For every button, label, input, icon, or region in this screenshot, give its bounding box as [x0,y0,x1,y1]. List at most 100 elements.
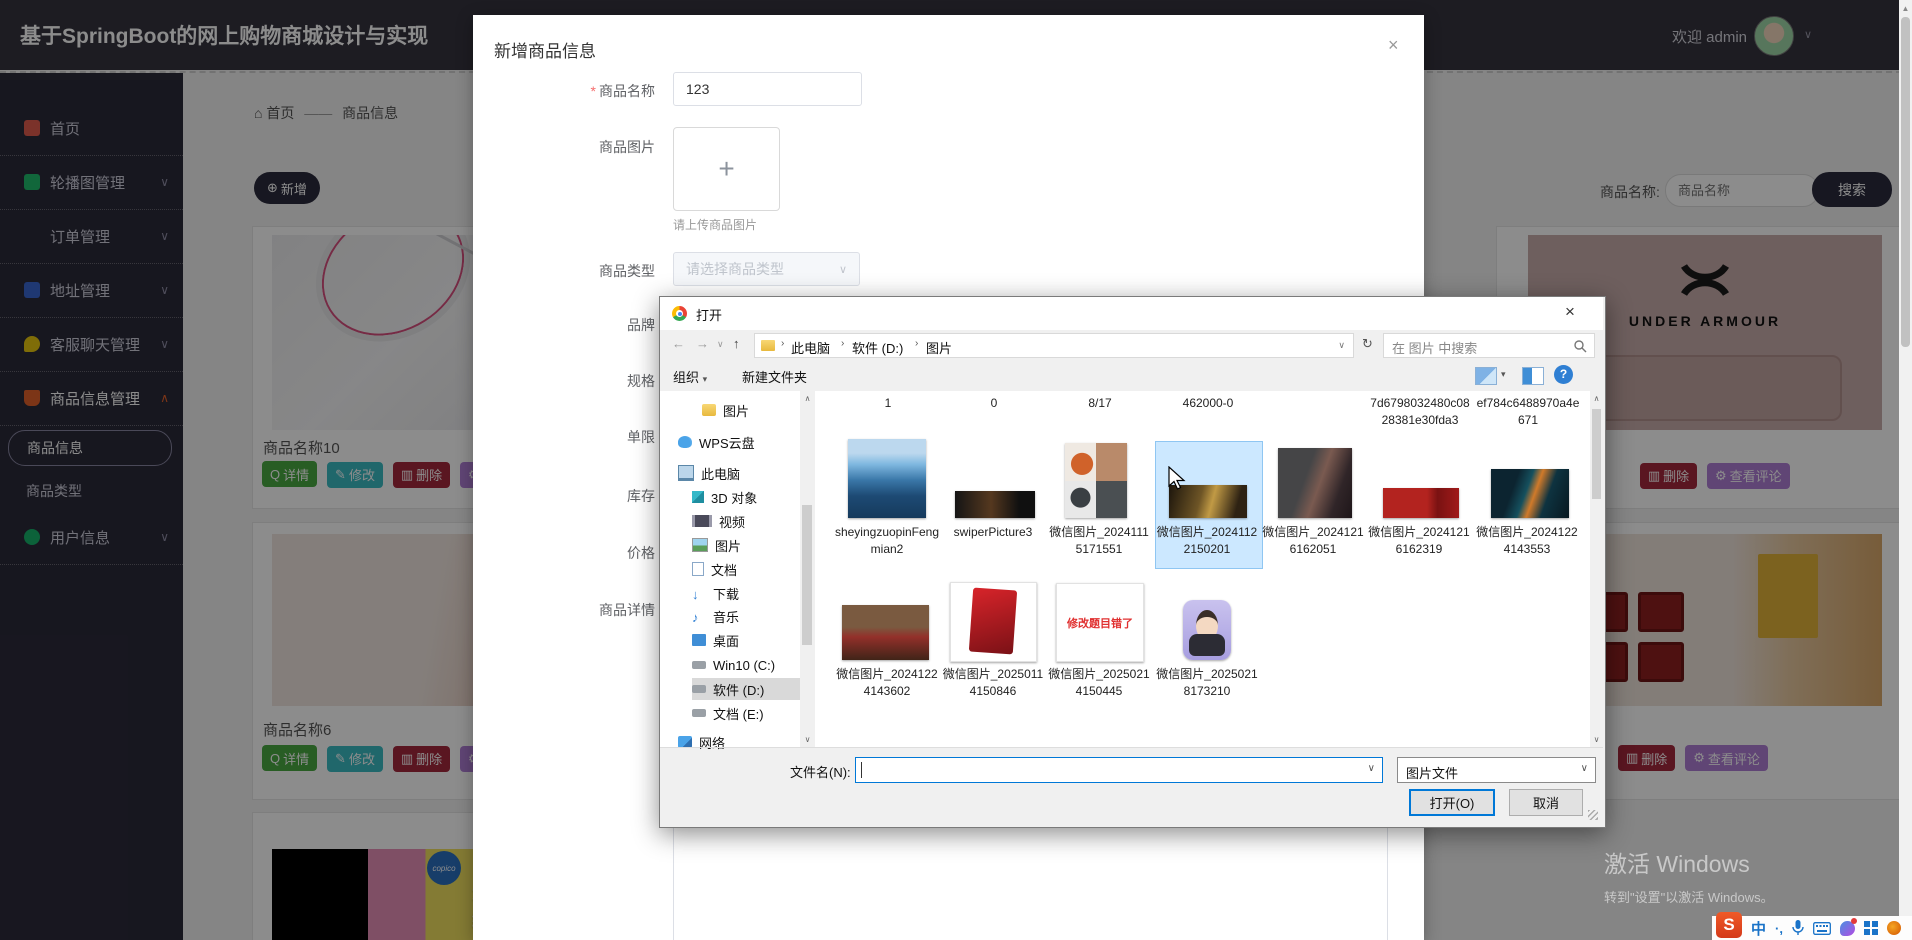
field-label-limit: 单限 [495,427,655,447]
dialog-nav-pane: 图片 WPS云盘 此电脑 3D 对象 视频 图片 文档 ↓ 下载 [660,391,800,747]
file-label[interactable]: 7d6798032480c0828381e30fda3 [1367,395,1473,429]
filename-input[interactable]: ∨ [855,757,1383,783]
drive-icon [692,661,706,669]
file-name[interactable]: 微信图片_20241224143553 [1474,524,1580,558]
file-label[interactable]: 0 [941,395,1047,412]
search-box[interactable]: 在 图片 中搜索 [1383,333,1595,358]
address-dropdown-chevron-icon[interactable]: ∨ [1338,340,1345,351]
chrome-icon [672,306,687,321]
file-thumbnail-boxing[interactable] [1278,448,1352,518]
up-icon[interactable]: ↑ [733,336,740,351]
nav-this-pc[interactable]: 此电脑 [678,462,818,484]
file-name[interactable]: 微信图片_20241216162051 [1260,524,1366,558]
refresh-icon[interactable]: ↻ [1362,336,1373,352]
scrollbar-thumb[interactable] [1592,409,1601,499]
activate-watermark: 激活 Windows 转到"设置"以激活 Windows。 [1604,845,1774,906]
product-name-input[interactable] [673,72,862,106]
nav-drive-d-selected[interactable]: 软件 (D:) [692,678,800,700]
cube-icon [692,491,704,503]
microphone-icon[interactable] [1792,920,1804,936]
document-icon [692,562,704,576]
address-bar[interactable]: › 此电脑 › 软件 (D:) › 图片 ∨ [754,333,1354,358]
filename-dropdown-chevron-icon[interactable]: ∨ [1368,763,1375,774]
file-thumbnail-lake[interactable] [848,439,926,518]
file-name[interactable]: 微信图片_20250218173210 [1154,666,1260,700]
file-thumbnail-rooster-collage[interactable] [1065,443,1127,518]
dropdown-icon: ▾ [703,374,708,384]
file-label[interactable]: 1 [835,395,941,412]
view-thumbnails-icon[interactable] [1475,367,1497,385]
nav-scrollbar[interactable]: ∧ ∨ [800,391,815,747]
file-name-selected[interactable]: 微信图片_20241122150201 [1154,524,1260,558]
desktop-icon [692,634,706,646]
field-label-detail: 商品详情 [495,600,655,620]
product-type-select[interactable]: 请选择商品类型 ∨ [673,252,860,286]
open-file-dialog: 打开 × ← → ∨ ↑ › 此电脑 › 软件 (D:) › 图片 ∨ ↻ 在 … [659,296,1606,828]
image-upload-box[interactable]: + [673,127,780,211]
field-label-brand: 品牌 [495,315,655,335]
file-list-scrollbar[interactable]: ∧ ∨ [1590,391,1603,747]
file-name[interactable]: sheyingzuopinFengmian2 [834,524,940,558]
scroll-up-icon[interactable]: ∧ [1590,394,1603,403]
open-button[interactable]: 打开(O) [1409,789,1495,816]
crumb-this-pc[interactable]: 此电脑 [791,338,830,357]
scroll-up-icon[interactable]: ▲ [1899,4,1912,13]
input-method-logo-icon[interactable] [1840,921,1855,936]
scrollbar-thumb[interactable] [1901,17,1910,347]
file-name[interactable]: 微信图片_20250214150445 [1046,666,1152,700]
ime-punctuation-icon[interactable]: ·, [1775,921,1783,936]
scroll-down-icon[interactable]: ∨ [1590,735,1603,744]
music-icon: ♪ [692,610,706,622]
file-label[interactable]: ef784c6488970a4e671 [1475,395,1581,429]
cancel-button[interactable]: 取消 [1509,789,1583,816]
file-name[interactable]: 微信图片_20241115171551 [1046,524,1152,558]
file-name[interactable]: 微信图片_20241216162319 [1366,524,1472,558]
file-thumbnail-avatar[interactable] [1183,600,1231,660]
scroll-up-icon[interactable]: ∧ [800,394,815,403]
modal-close-icon[interactable]: × [1388,35,1399,56]
resize-grip[interactable] [1588,810,1598,820]
app-grid-icon[interactable] [1864,921,1878,935]
crumb-drive-d[interactable]: 软件 (D:) [852,338,903,357]
file-label[interactable]: 8/17 [1047,395,1153,412]
scrollbar-thumb[interactable] [802,505,812,645]
view-dropdown-icon[interactable]: ▾ [1501,369,1506,380]
file-thumbnail-reddead[interactable] [1383,488,1459,518]
ime-language-icon[interactable]: 中 [1751,918,1766,939]
back-icon[interactable]: ← [672,336,685,351]
file-name[interactable]: 微信图片_20250114150846 [940,666,1046,700]
filetype-select[interactable]: 图片文件 ∨ [1397,757,1596,783]
organize-button[interactable]: 组织 ▾ [673,367,707,386]
filename-label: 文件名(N): [790,762,851,781]
sogou-icon[interactable]: S [1716,912,1742,938]
file-thumbnail-red-text[interactable]: 修改题目错了 [1056,583,1144,662]
taskbar-tray: S 中 ·, [1712,916,1912,940]
preview-pane-icon[interactable] [1522,367,1544,385]
picture-icon [692,538,708,552]
screen: 基于SpringBoot的网上购物商城设计与实现 欢迎 admin ∨ 首页 轮… [0,0,1912,940]
filetype-chevron-icon: ∨ [1581,763,1588,774]
file-thumbnail-dark-wide[interactable] [955,491,1035,518]
dialog-close-icon[interactable]: × [1565,302,1575,322]
browser-scrollbar[interactable]: ▲ [1899,0,1912,940]
plus-icon: + [718,153,734,185]
keyboard-icon[interactable] [1813,922,1831,935]
tray-emoji-icon[interactable] [1887,921,1901,935]
download-icon: ↓ [692,587,706,599]
scroll-down-icon[interactable]: ∨ [800,735,815,744]
dialog-titlebar[interactable]: 打开 × [660,297,1603,330]
file-name[interactable]: swiperPicture3 [940,524,1046,541]
file-thumbnail-cafe[interactable] [842,605,929,660]
crumb-pictures[interactable]: 图片 [926,338,952,357]
new-folder-button[interactable]: 新建文件夹 [742,367,807,386]
help-icon[interactable]: ? [1554,365,1573,384]
nav-wps-cloud[interactable]: WPS云盘 [678,431,818,453]
film-icon [692,515,712,527]
file-thumbnail-esports[interactable] [1491,469,1569,518]
file-thumbnail-red-pc[interactable] [950,582,1037,662]
field-label-name: *商品名称 [495,81,655,101]
recent-locations-chevron-icon[interactable]: ∨ [717,339,724,350]
file-label[interactable]: 462000-0 [1155,395,1261,412]
forward-icon[interactable]: → [696,336,709,351]
file-name[interactable]: 微信图片_20241224143602 [834,666,940,700]
